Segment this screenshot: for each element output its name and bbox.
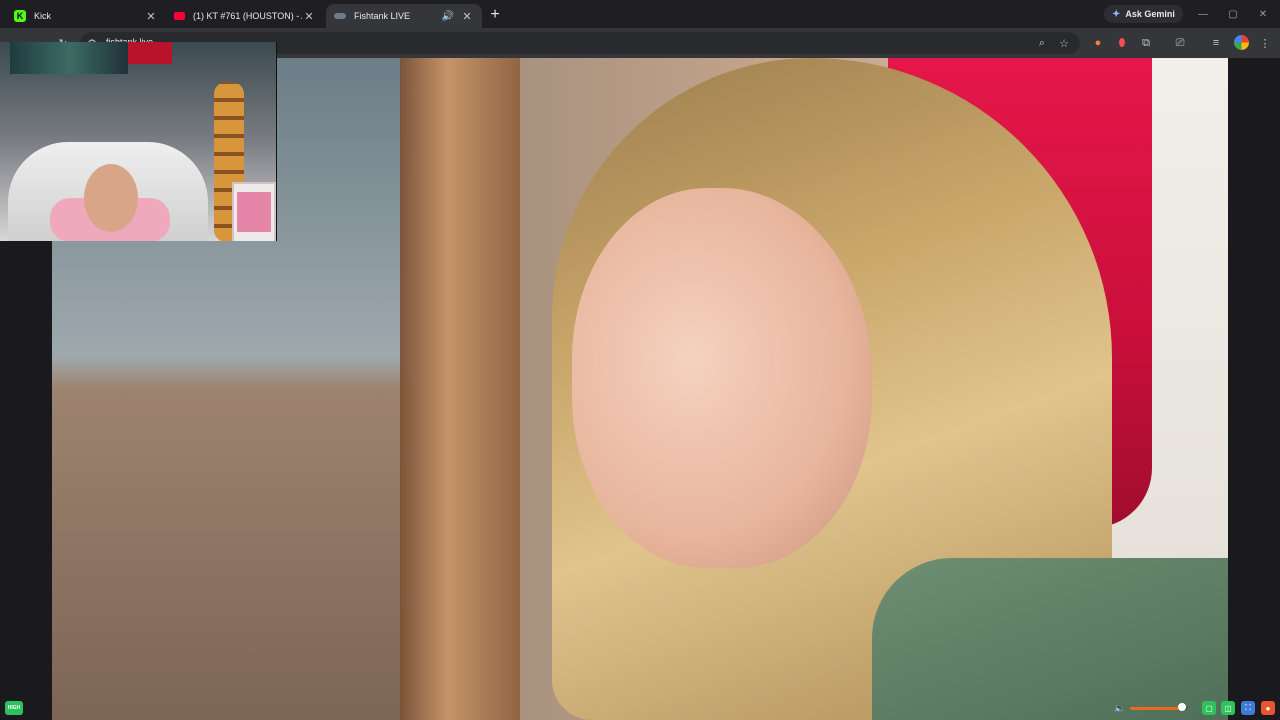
minimize-icon[interactable]: — — [1195, 6, 1211, 22]
picture-in-picture-video[interactable] — [0, 42, 277, 241]
menu-kebab-icon[interactable]: ⋮ — [1257, 35, 1273, 51]
video-subject-shirt — [872, 558, 1228, 720]
tab-youtube[interactable]: (1) KT #761 (HOUSTON) - ADAM ✕ — [166, 4, 324, 28]
fullscreen-icon[interactable]: ⛶ — [1241, 701, 1255, 715]
pip-person-head — [84, 164, 138, 232]
layout-split-icon[interactable]: ◫ — [1221, 701, 1235, 715]
video-scene-door — [400, 58, 520, 720]
quality-badge[interactable]: HIGH — [5, 701, 23, 715]
tab-kick[interactable]: K Kick ✕ — [6, 4, 166, 28]
volume-fill — [1130, 707, 1183, 710]
pip-red-sign — [128, 42, 172, 64]
tab-label: (1) KT #761 (HOUSTON) - ADAM — [193, 11, 302, 21]
close-icon[interactable]: ✕ — [144, 9, 158, 23]
ask-gemini-button[interactable]: ✦ Ask Gemini — [1104, 5, 1183, 23]
tab-fishtank[interactable]: Fishtank LIVE 🔊 ✕ — [326, 4, 482, 28]
profile-avatar[interactable] — [1234, 35, 1249, 50]
extension-orange-icon[interactable]: ● — [1090, 35, 1106, 51]
extension-red-icon[interactable]: ⬮ — [1114, 35, 1130, 51]
speaker-icon[interactable]: 🔊 — [442, 11, 454, 22]
fishtank-icon — [334, 13, 346, 19]
volume-icon[interactable]: 🔈 — [1114, 702, 1126, 714]
window-close-icon[interactable]: ✕ — [1255, 6, 1271, 22]
tab-label: Kick — [34, 11, 52, 21]
close-icon[interactable]: ✕ — [302, 9, 316, 23]
tab-strip: K Kick ✕ (1) KT #761 (HOUSTON) - ADAM ✕ … — [0, 0, 1280, 28]
pip-poster — [10, 42, 128, 74]
zoom-icon[interactable]: ⌕ — [1034, 35, 1050, 51]
video-subject-face — [572, 188, 872, 568]
new-tab-icon[interactable]: + — [486, 6, 504, 24]
bookmark-star-icon[interactable]: ☆ — [1056, 35, 1072, 51]
maximize-icon[interactable]: ▢ — [1225, 6, 1241, 22]
gemini-label: Ask Gemini — [1125, 9, 1175, 19]
layout-single-icon[interactable]: ▢ — [1202, 701, 1216, 715]
media-controls-icon[interactable]: ≡ — [1208, 35, 1224, 51]
tab-label: Fishtank LIVE — [354, 11, 411, 21]
close-icon[interactable]: ✕ — [460, 9, 474, 23]
cast-icon[interactable]: ⎚ — [1172, 35, 1188, 51]
gemini-spark-icon: ✦ — [1112, 8, 1121, 20]
extensions-puzzle-icon[interactable]: ⧉ — [1138, 35, 1154, 51]
pip-box-art — [237, 192, 271, 232]
youtube-icon — [174, 12, 185, 20]
kick-logo-icon: K — [14, 10, 26, 22]
record-icon[interactable]: ● — [1261, 701, 1275, 715]
